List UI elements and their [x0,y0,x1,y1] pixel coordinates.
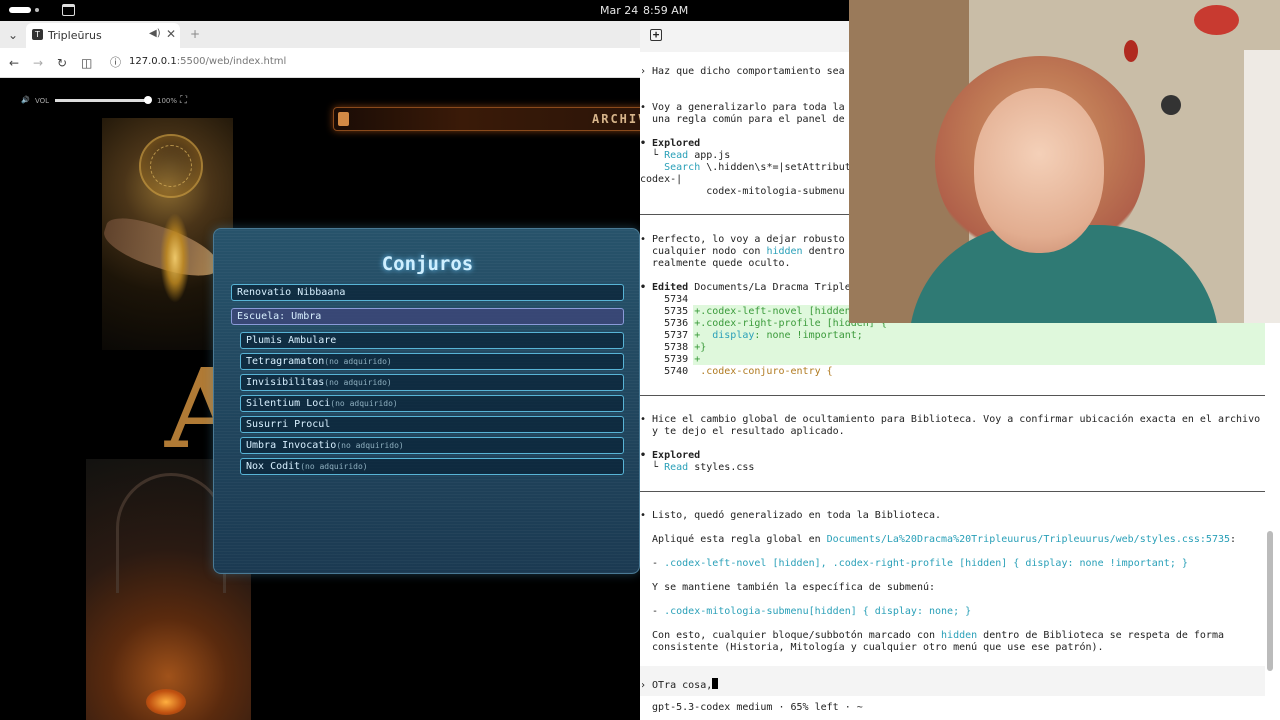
close-tab-icon[interactable]: ✕ [166,27,176,41]
back-icon[interactable]: ← [9,56,19,70]
conjuros-panel: Conjuros Renovatio Nibbaana Escuela: Umbr… [213,228,640,574]
sidebar-icon[interactable]: ◫ [81,56,92,70]
url-path: :5500/web/index.html [176,56,287,67]
diff-line: 5737 + display: none !important; [640,330,863,341]
site-info-icon[interactable]: ⓘ [110,56,121,70]
edited-heading: • Edited Documents/La Dracma Triple [640,282,851,293]
conjuro-status: (no adquirido) [324,378,392,387]
msg-line: codex-| [640,174,683,185]
game-page: 🔊 VOL 100% ⛶ ARCHIV A Conjuros Renovatio… [0,79,640,720]
tab-tripleurus[interactable]: T Tripleūrus ◀) ✕ [26,23,180,48]
archive-bar[interactable]: ARCHIV [333,107,640,131]
volume-value: 100% [157,97,178,105]
conjuro-status: (no adquirido) [300,462,368,471]
msg-line: consistente (Historia, Mitología y cualq… [640,642,1104,653]
chevron-down-icon[interactable]: ⌄ [8,28,18,42]
new-tab-icon[interactable]: + [650,29,662,41]
conjuro-entry[interactable]: Susurri Procul [240,416,624,433]
conjuro-entry[interactable]: Escuela: Umbra [231,308,624,325]
explored-item: └ Read styles.css [640,462,755,473]
conjuro-entry[interactable]: Renovatio Nibbaana [231,284,624,301]
conjuro-name: Susurri Procul [246,419,331,430]
msg-line: una regla común para el panel de [640,114,845,125]
text-cursor [712,678,719,689]
conjuro-entry[interactable]: Nox Codit(no adquirido) [240,458,624,475]
url-host: 127.0.0.1 [129,56,177,67]
navigation-bar: ← → ↻ ◫ ⓘ 127.0.0.1:5500/web/index.html [0,48,640,78]
explored-heading: • Explored [640,138,701,149]
diff-line: 5734 [640,294,689,305]
volume-knob[interactable] [144,96,152,104]
conjuro-name: Escuela: Umbra [237,311,322,322]
clock-time[interactable]: 8:59 AM [643,4,688,17]
clock-date[interactable]: Mar 24 [600,4,638,17]
msg-line: Con esto, cualquier bloque/subbotón marc… [640,630,1224,641]
conjuro-name: Nox Codit [246,461,301,472]
conjuro-name: Tetragramaton [246,356,325,367]
reload-icon[interactable]: ↻ [57,56,67,70]
msg-line: Apliqué esta regla global en Documents/L… [640,534,1237,545]
webcam-overlay [849,0,1280,323]
msg-line: y te dejo el resultado aplicado. [640,426,845,437]
prompt-input[interactable]: › OTra cosa, [640,678,719,692]
msg-line: • Hice el cambio global de ocultamiento … [640,414,1261,425]
msg-line: • Voy a generalizarlo para toda la [640,102,845,113]
scrollbar[interactable] [1267,531,1273,671]
favicon-icon: T [32,29,43,40]
conjuro-entry[interactable]: Tetragramaton(no adquirido) [240,353,624,370]
activities-indicator[interactable] [9,7,31,13]
status-line: gpt-5.3-codex medium · 65% left · ~ [640,702,863,713]
archive-handle [338,112,349,126]
conjuro-entry[interactable]: Plumis Ambulare [240,332,624,349]
workspace-dot[interactable] [35,8,39,12]
browser-window: ⌄ T Tripleūrus ◀) ✕ + ← → ↻ ◫ ⓘ 127.0.0.… [0,21,640,720]
msg-line: realmente quede oculto. [640,258,791,269]
divider [640,491,1265,492]
conjuro-name: Silentium Loci [246,398,331,409]
archive-label: ARCHIV [592,112,640,126]
msg-line: - .codex-mitologia-submenu[hidden] { dis… [640,606,972,617]
conjuro-entry[interactable]: Invisibilitas(no adquirido) [240,374,624,391]
msg-line: - .codex-left-novel [hidden], .codex-rig… [640,558,1188,569]
conjuro-status: (no adquirido) [336,441,404,450]
msg-line: • Perfecto, lo voy a dejar robusto [640,234,845,245]
conjuro-status: (no adquirido) [330,399,398,408]
conjuro-name: Umbra Invocatio [246,440,337,451]
conjuro-name: Plumis Ambulare [246,335,337,346]
diff-line: 5740 .codex-conjuro-entry { [640,366,833,377]
conjuro-entry[interactable]: Umbra Invocatio(no adquirido) [240,437,624,454]
explored-heading: • Explored [640,450,701,461]
explored-item: Search \.hidden\s*=|setAttribut [664,162,851,173]
conjuro-entry[interactable]: Silentium Loci(no adquirido) [240,395,624,412]
prompt-input-area[interactable] [640,666,1265,696]
diff-line: 5738 +} [640,342,707,353]
speaker-icon[interactable]: ◀) [149,28,161,39]
tab-title: Tripleūrus [48,29,102,42]
diff-line: 5739 + [640,354,701,365]
msg-line: Y se mantiene también la específica de s… [640,582,936,593]
explored-item: └ Read app.js [640,150,731,161]
tab-bar: ⌄ T Tripleūrus ◀) ✕ + [0,21,640,48]
volume-slider[interactable] [55,99,149,102]
diff-line: 5735 +.codex-left-novel [hidden [640,306,851,317]
window-icon[interactable] [62,4,75,16]
panel-title: Conjuros [381,253,474,275]
new-tab-icon[interactable]: + [190,27,200,41]
msg-line: cualquier nodo con hidden dentro [640,246,845,257]
address-bar[interactable]: 127.0.0.1:5500/web/index.html [129,56,286,67]
conjuro-name: Invisibilitas [246,377,325,388]
conjuro-status: (no adquirido) [324,357,392,366]
forward-icon[interactable]: → [33,56,43,70]
prompt-line: › Haz que dicho comportamiento sea [640,66,845,77]
volume-label: VOL [35,97,50,105]
msg-line: codex-mitologia-submenu [640,186,845,197]
conjuro-name: Renovatio Nibbaana [237,287,346,298]
divider [640,395,1265,396]
msg-line: • Listo, quedó generalizado en toda la B… [640,510,942,521]
volume-icon[interactable]: 🔊 [21,96,30,104]
fullscreen-icon[interactable]: ⛶ [180,95,187,106]
